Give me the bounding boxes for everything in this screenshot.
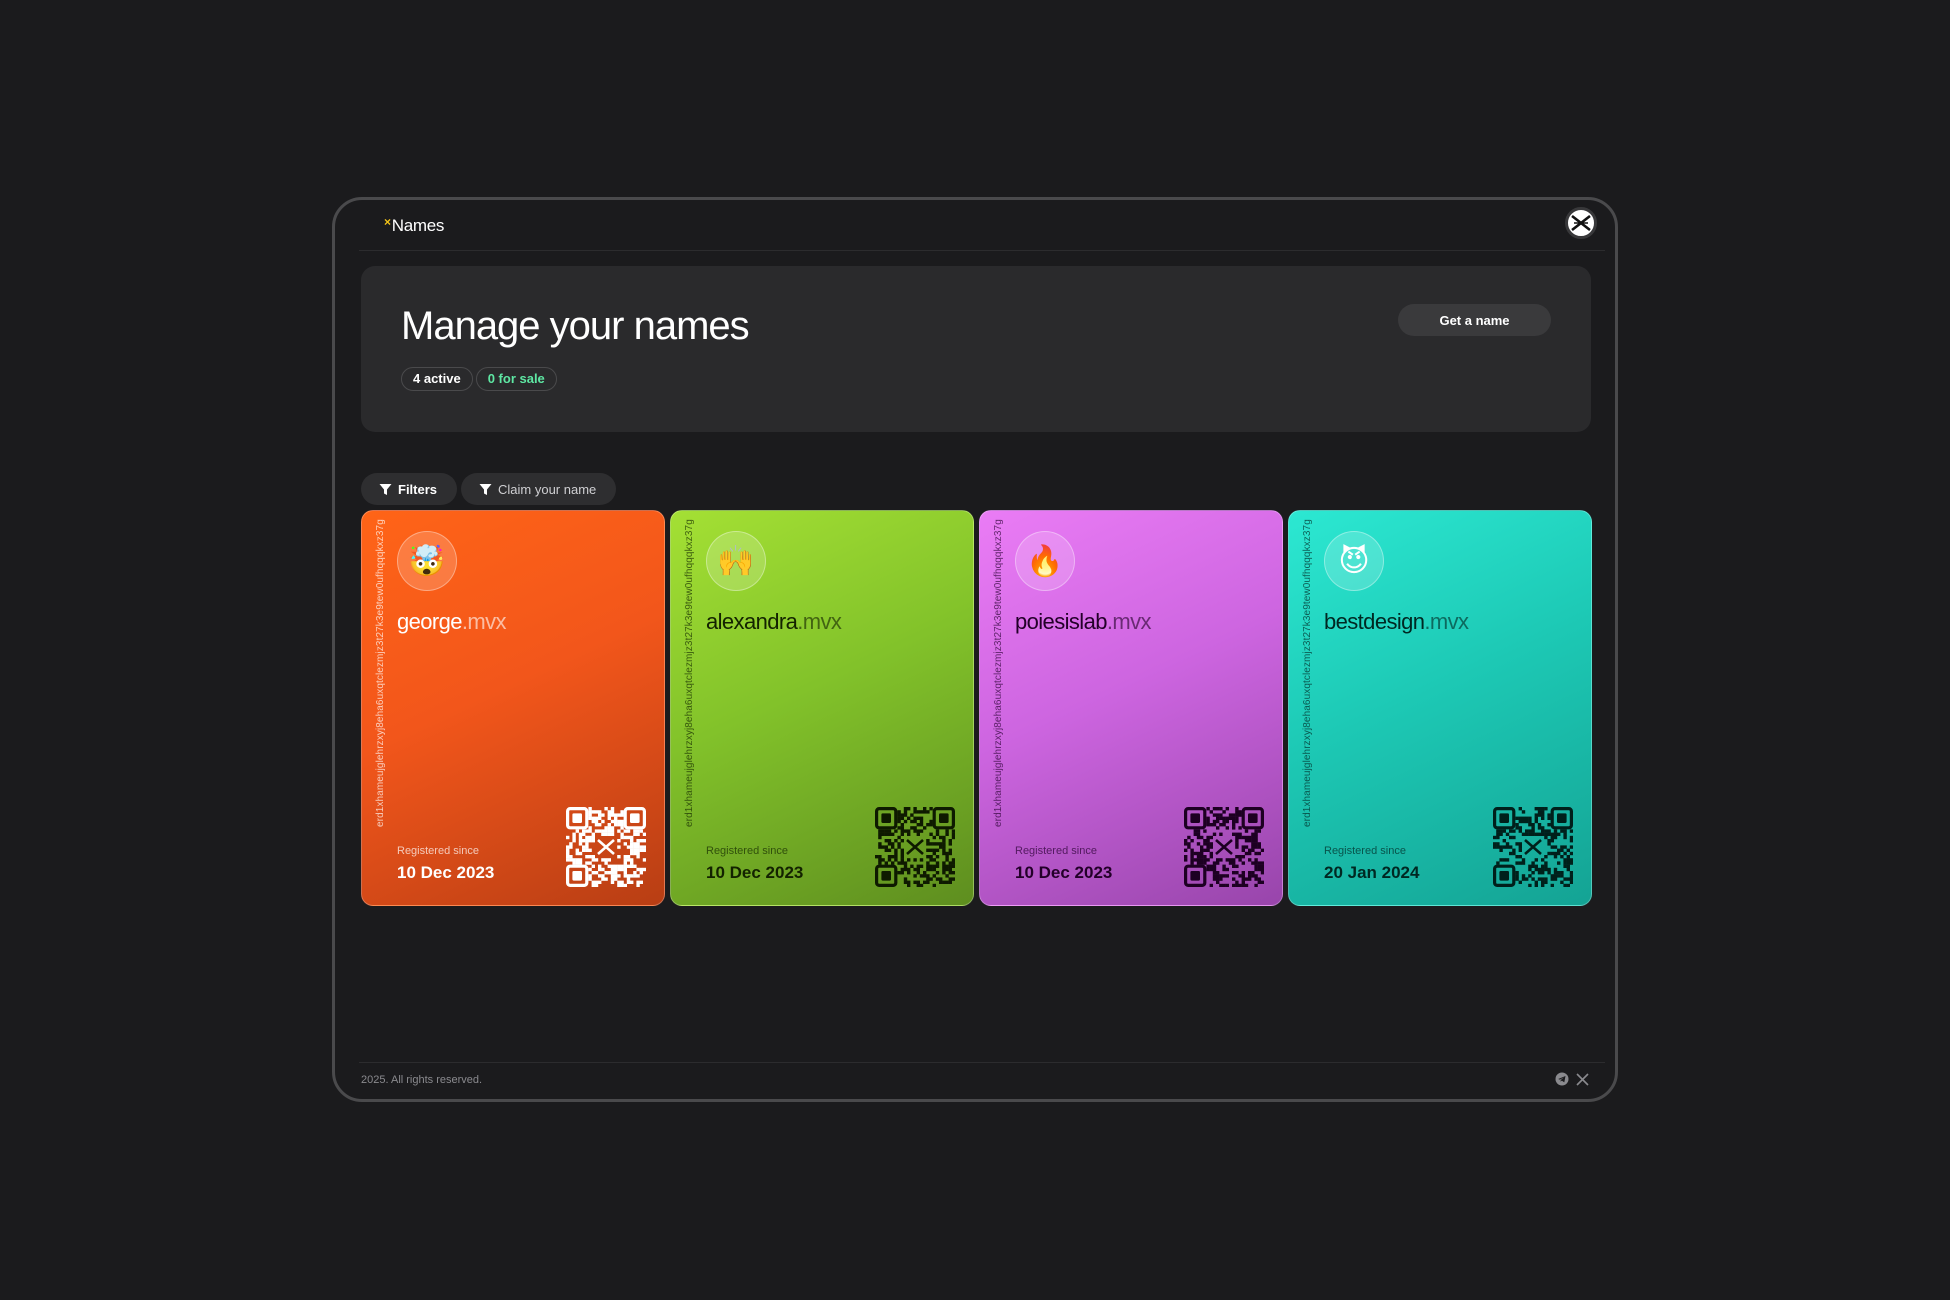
wallet-address: erd1xhameujglehrzxyj8eha6uxqtclezmjz3t27… [993, 519, 1004, 827]
herotag-name: alexandra.mvx [706, 609, 842, 635]
name-label: george [397, 609, 463, 634]
name-label: poiesislab [1015, 609, 1107, 634]
wallet-address: erd1xhameujglehrzxyj8eha6uxqtclezmjz3t27… [684, 519, 695, 827]
filters-label: Filters [398, 481, 438, 497]
filter-icon [479, 483, 492, 495]
hero-panel: Manage your names 4 active 0 for sale Ge… [361, 266, 1591, 432]
tld-label: .mvx [1424, 609, 1469, 634]
filter-bar: Filters Claim your name [361, 473, 617, 505]
wallet-address: erd1xhameujglehrzxyj8eha6uxqtclezmjz3t27… [1302, 519, 1313, 827]
status-badges: 4 active 0 for sale [401, 367, 557, 391]
app-title: Names [391, 216, 445, 235]
qr-code-icon [1493, 807, 1573, 887]
multiversx-logo-button[interactable] [1565, 207, 1597, 239]
get-a-name-button[interactable]: Get a name [1398, 304, 1551, 336]
brand-mark-icon: × [384, 215, 391, 229]
tld-label: .mvx [797, 609, 842, 634]
x-twitter-icon[interactable] [1575, 1072, 1589, 1086]
filters-button[interactable]: Filters [361, 473, 458, 505]
qr-code-icon [566, 807, 646, 887]
registered-date: 10 Dec 2023 [706, 863, 804, 882]
page-title: Manage your names [401, 304, 750, 348]
filter-icon [379, 483, 392, 495]
social-links [1555, 1072, 1589, 1086]
fire-icon: 🔥 [1015, 531, 1075, 591]
name-cards-grid: erd1xhameujglehrzxyj8eha6uxqtclezmjz3t27… [361, 510, 1592, 906]
active-count-badge: 4 active [401, 367, 473, 391]
name-card[interactable]: erd1xhameujglehrzxyj8eha6uxqtclezmjz3t27… [670, 510, 974, 906]
tld-label: .mvx [461, 609, 507, 634]
claim-label: Claim your name [498, 481, 597, 497]
herotag-name: bestdesign.mvx [1324, 609, 1469, 635]
registered-label: Registered since [1324, 845, 1406, 857]
name-label: bestdesign [1324, 609, 1425, 634]
footer: 2025. All rights reserved. [359, 1062, 1605, 1099]
registered-label: Registered since [1015, 845, 1097, 857]
registered-label: Registered since [397, 845, 479, 857]
brand-logo[interactable]: × Names [384, 216, 444, 236]
raising-hands-icon: 🙌 [706, 531, 766, 591]
name-card[interactable]: erd1xhameujglehrzxyj8eha6uxqtclezmjz3t27… [361, 510, 665, 906]
name-card[interactable]: erd1xhameujglehrzxyj8eha6uxqtclezmjz3t27… [979, 510, 1283, 906]
registered-date: 20 Jan 2024 [1324, 863, 1420, 882]
name-card[interactable]: erd1xhameujglehrzxyj8eha6uxqtclezmjz3t27… [1288, 510, 1592, 906]
wallet-address: erd1xhameujglehrzxyj8eha6uxqtclezmjz3t27… [375, 519, 386, 827]
herotag-name: poiesislab.mvx [1015, 609, 1151, 635]
app-window: × Names Manage your names 4 active 0 for… [332, 197, 1618, 1102]
exploding-head-icon: 🤯 [397, 531, 457, 591]
registered-label: Registered since [706, 845, 788, 857]
copyright-text: 2025. All rights reserved. [361, 1074, 483, 1086]
herotag-name: george.mvx [397, 609, 507, 635]
for-sale-count-badge: 0 for sale [475, 367, 557, 391]
telegram-icon[interactable] [1555, 1072, 1569, 1086]
claim-your-name-button[interactable]: Claim your name [461, 473, 617, 505]
registered-date: 10 Dec 2023 [1015, 863, 1113, 882]
multiversx-x-icon [1571, 215, 1591, 231]
qr-code-icon [875, 807, 955, 887]
name-label: alexandra [706, 609, 798, 634]
qr-code-icon [1184, 807, 1264, 887]
registered-date: 10 Dec 2023 [397, 863, 495, 882]
tld-label: .mvx [1106, 609, 1152, 634]
top-bar: × Names [359, 200, 1605, 251]
smiling-devil-icon: 😈 [1324, 531, 1384, 591]
